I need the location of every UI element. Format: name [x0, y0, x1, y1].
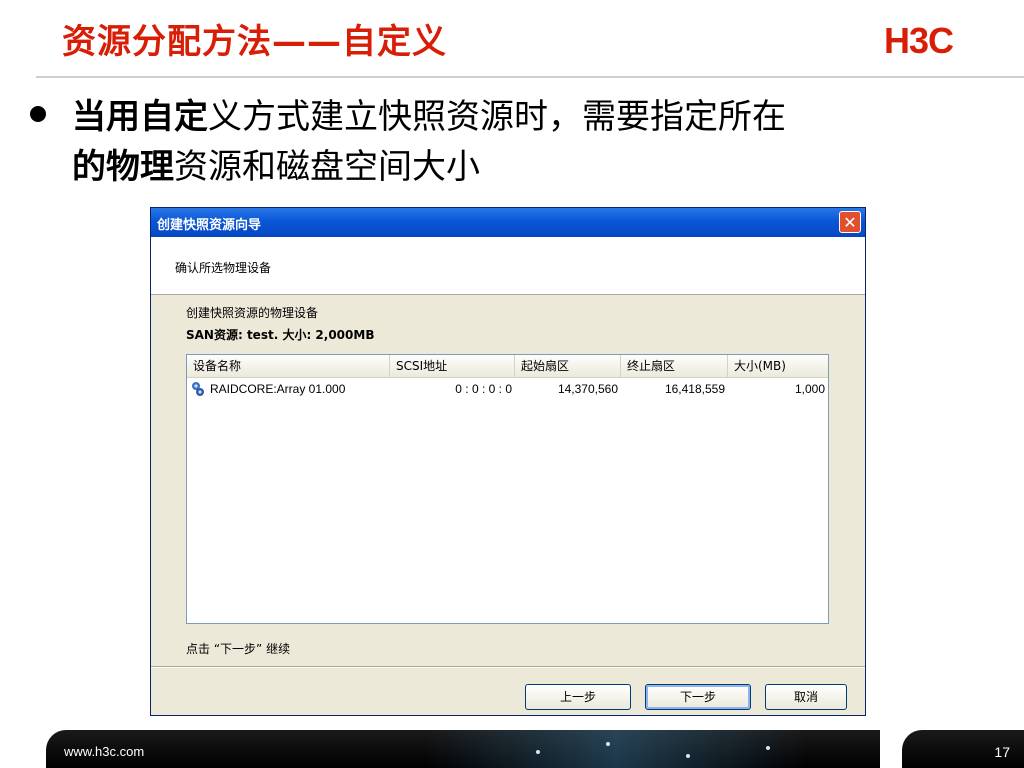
dialog-titlebar[interactable]: 创建快照资源向导 ✕ [151, 208, 865, 237]
h3c-logo: H3C [884, 20, 954, 61]
dialog-title: 创建快照资源向导 [157, 218, 262, 233]
button-divider-highlight [151, 667, 865, 668]
cell-size: 1,000 [794, 382, 825, 396]
bullet-rest-b: 资源和磁盘空间大小 [174, 147, 480, 187]
column-header-end-sector[interactable]: 终止扇区 [621, 355, 728, 377]
devices-label: 创建快照资源的物理设备 [186, 306, 319, 320]
wizard-dialog: 创建快照资源向导 ✕ 确认所选物理设备 创建快照资源的物理设备 SAN资源: t… [150, 207, 866, 716]
san-resource-label: SAN资源: test. 大小: 2,000MB [186, 328, 375, 342]
slide-title: 资源分配方法——自定义 [62, 22, 447, 62]
wizard-header: 确认所选物理设备 [151, 237, 865, 295]
bullet-bold-a: 当用自定 [72, 97, 208, 137]
close-icon[interactable]: ✕ [839, 211, 861, 233]
column-header-scsi[interactable]: SCSI地址 [390, 355, 515, 377]
wizard-step-title: 确认所选物理设备 [175, 261, 272, 275]
bullet-bold-b: 的物理 [72, 147, 174, 187]
device-list[interactable]: 设备名称 SCSI地址 起始扇区 终止扇区 大小(MB) RAIDCORE:Ar… [186, 354, 829, 624]
cancel-button[interactable]: 取消 [765, 684, 847, 710]
device-list-header: 设备名称 SCSI地址 起始扇区 终止扇区 大小(MB) [187, 355, 828, 378]
column-header-size[interactable]: 大小(MB) [728, 355, 828, 377]
banner-sparkle [686, 754, 690, 758]
banner-sparkle [606, 742, 610, 746]
column-header-start-sector[interactable]: 起始扇区 [515, 355, 621, 377]
continue-hint: 点击 “下一步” 继续 [186, 642, 291, 656]
banner-sparkle [536, 750, 540, 754]
disk-device-icon [192, 382, 204, 396]
back-button[interactable]: 上一步 [525, 684, 631, 710]
bullet-text: 当用自定义方式建立快照资源时，需要指定所在 的物理资源和磁盘空间大小 [72, 92, 982, 192]
banner-streak [426, 730, 806, 768]
next-button[interactable]: 下一步 [645, 684, 751, 710]
page-number: 17 [994, 744, 1010, 760]
footer-banner: www.h3c.com [46, 730, 880, 768]
footer-url: www.h3c.com [64, 744, 145, 759]
title-divider [36, 76, 1024, 78]
cell-end-sector: 16,418,559 [664, 382, 725, 396]
cell-device-name: RAIDCORE:Array 01.000 [210, 382, 346, 396]
bullet-rest-a: 义方式建立快照资源时，需要指定所在 [208, 97, 786, 137]
table-row[interactable]: RAIDCORE:Array 01.000 0 : 0 : 0 : 0 14,3… [187, 379, 828, 399]
bullet-dot-icon [30, 106, 46, 122]
cell-start-sector: 14,370,560 [557, 382, 618, 396]
banner-sparkle [766, 746, 770, 750]
cell-scsi: 0 : 0 : 0 : 0 [455, 382, 512, 396]
page-number-banner: 17 [902, 730, 1024, 768]
column-header-device-name[interactable]: 设备名称 [187, 355, 390, 377]
